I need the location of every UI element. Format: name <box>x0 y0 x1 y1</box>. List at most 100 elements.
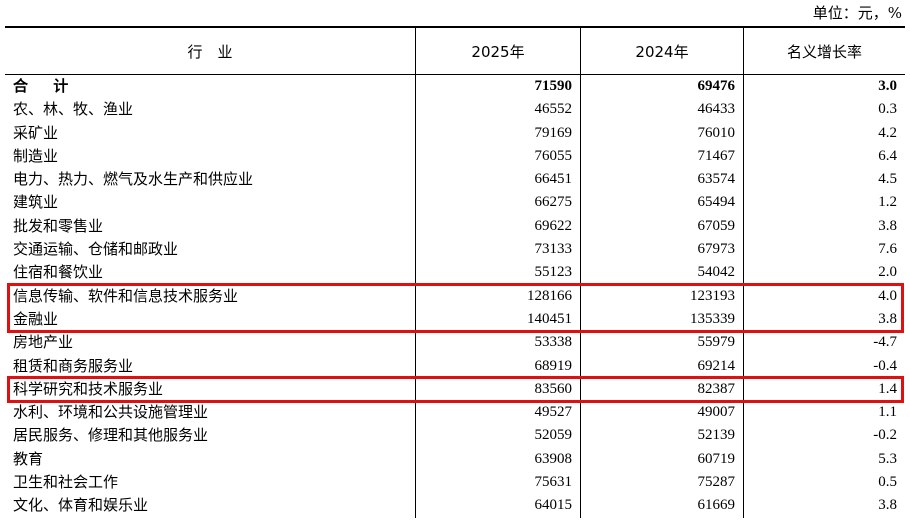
cell-2025: 68919 <box>415 354 580 378</box>
cell-industry: 文化、体育和娱乐业 <box>13 496 149 515</box>
cell-2024: 61669 <box>580 494 743 518</box>
cell-growth: 4.2 <box>743 121 905 145</box>
table-row: 信息传输、软件和信息技术服务业 128166 123193 4.0 <box>5 284 905 308</box>
cell-2024: 46433 <box>580 98 743 122</box>
cell-industry: 采矿业 <box>13 123 59 142</box>
cell-industry: 交通运输、仓储和邮政业 <box>13 240 179 259</box>
table-row: 水利、环境和公共设施管理业 49527 49007 1.1 <box>5 401 905 425</box>
cell-2024: 54042 <box>580 261 743 285</box>
cell-growth: 0.5 <box>743 471 905 495</box>
table-row: 采矿业 79169 76010 4.2 <box>5 121 905 145</box>
cell-growth: 2.0 <box>743 261 905 285</box>
cell-industry: 科学研究和技术服务业 <box>13 379 164 398</box>
cell-2025: 66451 <box>415 168 580 192</box>
table-row: 批发和零售业 69622 67059 3.8 <box>5 214 905 239</box>
cell-industry: 居民服务、修理和其他服务业 <box>13 426 209 445</box>
cell-2024: 49007 <box>580 401 743 425</box>
table-row: 文化、体育和娱乐业 64015 61669 3.8 <box>5 494 905 518</box>
cell-growth: 7.6 <box>743 238 905 262</box>
table-row: 房地产业 53338 55979 -4.7 <box>5 331 905 355</box>
cell-growth: 5.3 <box>743 447 905 472</box>
cell-2025: 49527 <box>415 401 580 425</box>
cell-industry: 农、林、牧、渔业 <box>13 100 134 119</box>
cell-growth: -0.4 <box>743 354 905 378</box>
cell-2025: 71590 <box>415 75 580 99</box>
header-industry: 行 业 <box>187 42 233 61</box>
cell-growth: 1.4 <box>743 377 905 402</box>
cell-2024: 55979 <box>580 331 743 355</box>
table-header: 行 业 2025年 2024年 名义增长率 <box>5 28 905 75</box>
cell-2024: 82387 <box>580 377 743 402</box>
cell-growth: 4.0 <box>743 284 905 308</box>
cell-2024: 123193 <box>580 284 743 308</box>
cell-2025: 76055 <box>415 144 580 169</box>
cell-growth: -4.7 <box>743 331 905 355</box>
cell-2025: 83560 <box>415 377 580 402</box>
cell-2024: 67973 <box>580 238 743 262</box>
cell-2024: 63574 <box>580 168 743 192</box>
table-row-total: 合 计 71590 69476 3.0 <box>5 75 905 99</box>
header-2025: 2025年 <box>415 28 580 74</box>
cell-2025: 64015 <box>415 494 580 518</box>
cell-growth: 4.5 <box>743 168 905 192</box>
cell-2024: 65494 <box>580 191 743 215</box>
cell-growth: 3.8 <box>743 307 905 332</box>
cell-industry: 金融业 <box>13 309 59 328</box>
cell-2024: 69214 <box>580 354 743 378</box>
wage-table: 行 业 2025年 2024年 名义增长率 合 计 71590 69476 3.0 农、… <box>5 26 905 518</box>
cell-2025: 63908 <box>415 447 580 472</box>
cell-2024: 135339 <box>580 307 743 332</box>
cell-growth: 0.3 <box>743 98 905 122</box>
unit-label: 单位：元，% <box>812 4 902 22</box>
cell-2025: 66275 <box>415 191 580 215</box>
cell-2025: 69622 <box>415 214 580 239</box>
cell-2025: 53338 <box>415 331 580 355</box>
cell-industry: 租赁和商务服务业 <box>13 356 134 375</box>
cell-growth: 6.4 <box>743 144 905 169</box>
cell-2025: 128166 <box>415 284 580 308</box>
table-row: 交通运输、仓储和邮政业 73133 67973 7.6 <box>5 238 905 262</box>
cell-growth: -0.2 <box>743 424 905 448</box>
table-row: 教育 63908 60719 5.3 <box>5 447 905 472</box>
table-row: 制造业 76055 71467 6.4 <box>5 144 905 169</box>
cell-growth: 3.0 <box>743 75 905 99</box>
cell-2024: 60719 <box>580 447 743 472</box>
cell-industry: 合 计 <box>13 77 79 95</box>
cell-2025: 75631 <box>415 471 580 495</box>
table-body: 合 计 71590 69476 3.0 农、林、牧、渔业 46552 46433 0.3 采矿业… <box>5 75 905 518</box>
cell-industry: 制造业 <box>13 146 59 165</box>
table-row: 电力、热力、燃气及水生产和供应业 66451 63574 4.5 <box>5 168 905 192</box>
cell-2024: 67059 <box>580 214 743 239</box>
cell-industry: 教育 <box>13 449 44 468</box>
table-row: 居民服务、修理和其他服务业 52059 52139 -0.2 <box>5 424 905 448</box>
cell-growth: 1.2 <box>743 191 905 215</box>
cell-2025: 79169 <box>415 121 580 145</box>
cell-2025: 46552 <box>415 98 580 122</box>
table-row: 卫生和社会工作 75631 75287 0.5 <box>5 471 905 495</box>
cell-industry: 批发和零售业 <box>13 216 104 235</box>
cell-industry: 电力、热力、燃气及水生产和供应业 <box>13 170 254 189</box>
cell-2024: 52139 <box>580 424 743 448</box>
cell-industry: 住宿和餐饮业 <box>13 263 104 282</box>
cell-2025: 73133 <box>415 238 580 262</box>
cell-2024: 75287 <box>580 471 743 495</box>
table-row: 租赁和商务服务业 68919 69214 -0.4 <box>5 354 905 378</box>
table-row: 农、林、牧、渔业 46552 46433 0.3 <box>5 98 905 122</box>
cell-growth: 3.8 <box>743 214 905 239</box>
cell-2025: 140451 <box>415 307 580 332</box>
cell-industry: 房地产业 <box>13 333 74 352</box>
cell-industry: 建筑业 <box>13 193 59 212</box>
cell-growth: 1.1 <box>743 401 905 425</box>
header-growth: 名义增长率 <box>743 28 905 74</box>
cell-2024: 69476 <box>580 75 743 99</box>
table-row: 建筑业 66275 65494 1.2 <box>5 191 905 215</box>
table-row: 住宿和餐饮业 55123 54042 2.0 <box>5 261 905 285</box>
cell-2025: 55123 <box>415 261 580 285</box>
header-2024: 2024年 <box>580 28 743 74</box>
cell-industry: 信息传输、软件和信息技术服务业 <box>13 286 239 305</box>
table-row: 金融业 140451 135339 3.8 <box>5 307 905 332</box>
cell-industry: 卫生和社会工作 <box>13 473 119 492</box>
cell-2024: 71467 <box>580 144 743 169</box>
cell-2024: 76010 <box>580 121 743 145</box>
table-row: 科学研究和技术服务业 83560 82387 1.4 <box>5 377 905 402</box>
